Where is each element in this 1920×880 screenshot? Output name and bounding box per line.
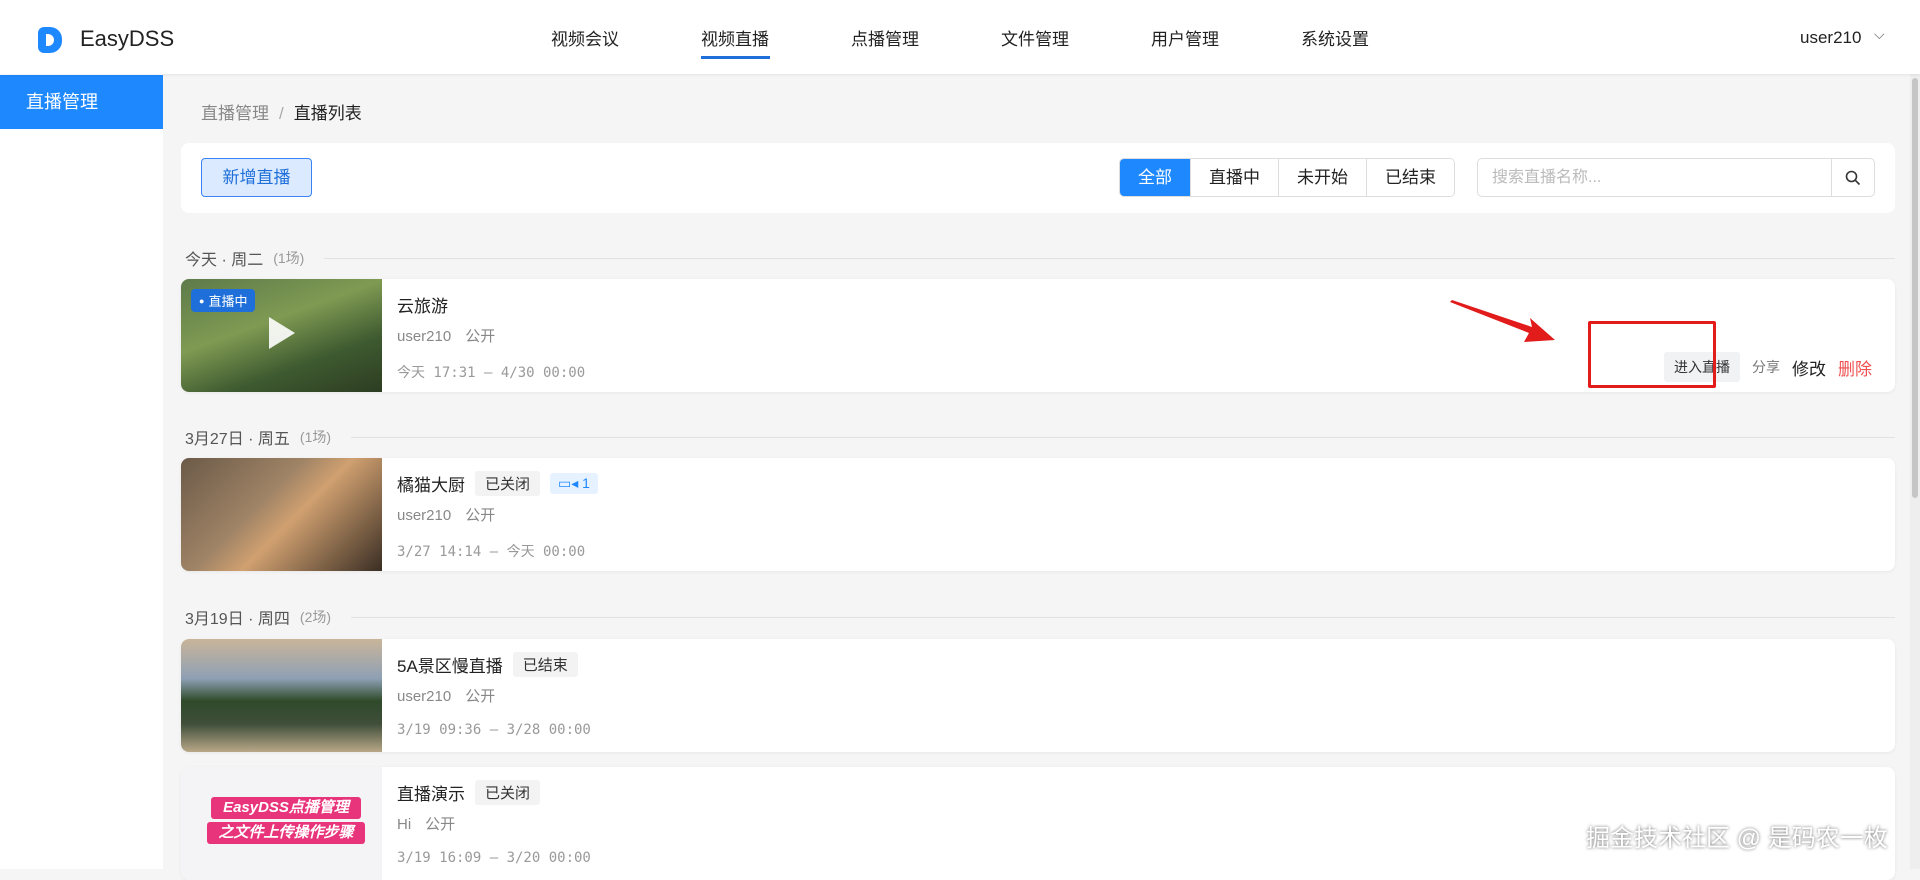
viewer-count: 1 (582, 475, 590, 491)
group-date: 3月19日 · 周四 (185, 611, 290, 628)
main-nav: 视频会议 视频直播 点播管理 文件管理 用户管理 系统设置 (551, 0, 1451, 74)
stream-owner: Hi (397, 816, 412, 833)
stream-owner: user210 (397, 688, 452, 705)
search-icon (1845, 170, 1861, 185)
live-status-badge: 直播中 (191, 289, 256, 312)
search-button[interactable] (1831, 159, 1874, 196)
stream-title: 橘猫大厨 (397, 476, 465, 495)
divider (324, 257, 1895, 259)
play-icon[interactable] (269, 317, 295, 349)
stream-thumbnail[interactable] (181, 458, 382, 571)
annotation-arrow-icon (1450, 300, 1555, 342)
easydss-logo-icon (38, 27, 62, 53)
user-menu[interactable]: user210 (1800, 28, 1861, 48)
sidebar-item-live-management[interactable]: 直播管理 (0, 75, 163, 129)
filter-ended[interactable]: 已结束 (1366, 159, 1454, 196)
stream-visibility: 公开 (465, 328, 496, 345)
edit-button[interactable]: 修改 (1792, 355, 1826, 380)
top-header: EasyDSS 视频会议 视频直播 点播管理 文件管理 用户管理 系统设置 us… (0, 0, 1920, 74)
stream-title: 直播演示 (397, 785, 465, 804)
search-box (1477, 158, 1875, 197)
stream-owner: user210 (397, 507, 452, 524)
thumbnail-caption: 之文件上传操作步骤 (207, 822, 365, 844)
breadcrumb-current: 直播列表 (293, 104, 362, 123)
date-group-heading: 3月19日 · 周四 (2场) (185, 605, 1895, 629)
group-count: (2场) (299, 609, 332, 625)
date-group-heading: 今天 · 周二 (1场) (185, 246, 1895, 270)
group-count: (1场) (273, 250, 305, 266)
search-input[interactable] (1492, 167, 1822, 189)
breadcrumb: 直播管理 / 直播列表 (201, 99, 362, 124)
nav-video-meeting[interactable]: 视频会议 (551, 0, 701, 74)
viewer-count-badge: ▭◂ 1 (550, 473, 598, 494)
vertical-scrollbar[interactable] (1910, 74, 1920, 869)
stream-card[interactable]: 5A景区慢直播 已结束 user210 公开 3/19 09:36 – 3/28 … (181, 639, 1895, 752)
filter-live[interactable]: 直播中 (1190, 159, 1278, 196)
annotation-highlight-box (1588, 321, 1716, 388)
stream-owner: user210 (397, 328, 452, 345)
nav-system-settings[interactable]: 系统设置 (1301, 0, 1451, 74)
brand-name: EasyDSS (80, 26, 175, 51)
group-count: (1场) (299, 429, 332, 445)
stream-thumbnail[interactable]: EasyDSS点播管理 之文件上传操作步骤 (181, 767, 382, 880)
group-date: 今天 · 周二 (185, 252, 264, 269)
stream-time: 今天 17:31 – 4/30 00:00 (397, 365, 586, 381)
sidebar: 直播管理 (0, 74, 163, 869)
stream-title: 5A景区慢直播 (397, 657, 503, 676)
nav-file-management[interactable]: 文件管理 (1001, 0, 1151, 74)
stream-thumbnail[interactable]: 直播中 (181, 279, 382, 392)
stream-thumbnail[interactable] (181, 639, 382, 752)
stream-card[interactable]: 橘猫大厨 已关闭 ▭◂ 1 user210 公开 3/27 14:14 – 今天 … (181, 458, 1895, 571)
add-live-button[interactable]: 新增直播 (201, 158, 312, 197)
filter-not-started[interactable]: 未开始 (1278, 159, 1366, 196)
delete-button[interactable]: 删除 (1838, 355, 1872, 380)
thumbnail-caption: EasyDSS点播管理 (211, 797, 361, 819)
stream-time: 3/19 16:09 – 3/20 00:00 (397, 850, 591, 866)
toolbar: 新增直播 全部 直播中 未开始 已结束 (181, 143, 1895, 213)
breadcrumb-parent[interactable]: 直播管理 (201, 104, 269, 123)
stream-visibility: 公开 (465, 688, 496, 705)
camera-icon: ▭◂ (558, 475, 579, 491)
status-filter: 全部 直播中 未开始 已结束 (1119, 158, 1455, 197)
stream-visibility: 公开 (465, 507, 496, 524)
nav-video-live[interactable]: 视频直播 (701, 0, 851, 74)
group-date: 3月27日 · 周五 (185, 431, 290, 448)
watermark: 掘金技术社区 @ 是码农一枚 (1586, 825, 1888, 852)
date-group-heading: 3月27日 · 周五 (1场) (185, 425, 1895, 449)
status-badge: 已关闭 (475, 471, 541, 496)
stream-time: 3/27 14:14 – 今天 00:00 (397, 544, 586, 560)
nav-vod-management[interactable]: 点播管理 (851, 0, 1001, 74)
stream-visibility: 公开 (425, 816, 456, 833)
status-badge: 已结束 (512, 652, 578, 677)
share-button[interactable]: 分享 (1752, 357, 1780, 377)
stream-title: 云旅游 (397, 297, 448, 316)
filter-all[interactable]: 全部 (1120, 159, 1190, 196)
divider (351, 436, 1895, 438)
divider (351, 616, 1895, 618)
nav-user-management[interactable]: 用户管理 (1151, 0, 1301, 74)
status-badge: 已关闭 (475, 780, 541, 805)
breadcrumb-separator: / (279, 104, 284, 123)
scrollbar-thumb[interactable] (1912, 78, 1918, 498)
stream-time: 3/19 09:36 – 3/28 00:00 (397, 722, 591, 738)
chevron-down-icon[interactable]: ⌵ (1874, 26, 1885, 43)
